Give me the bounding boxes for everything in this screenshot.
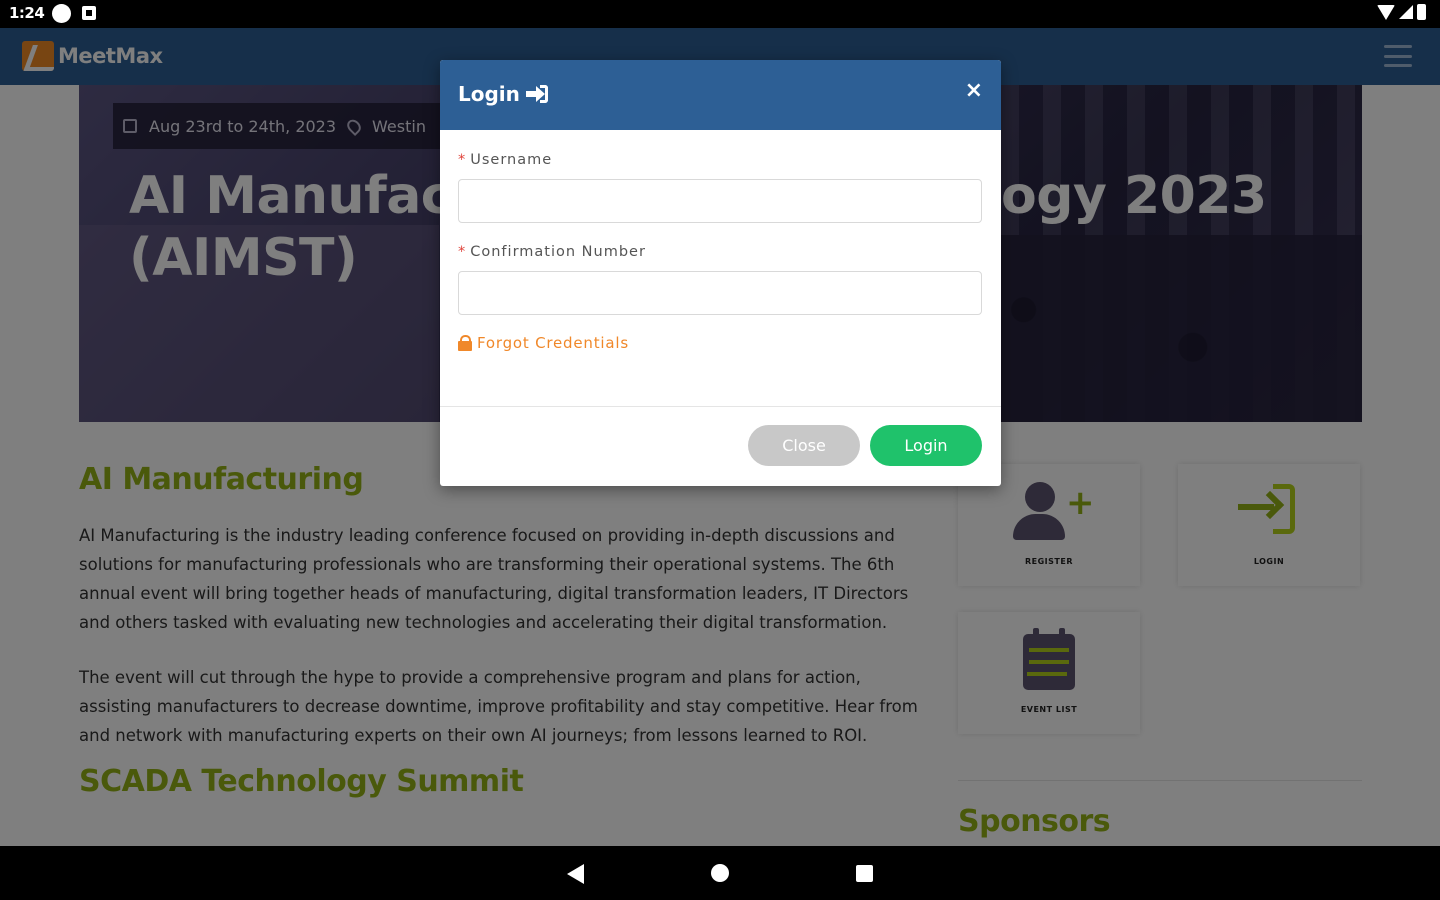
notification-app-icon — [82, 6, 96, 20]
home-icon[interactable] — [711, 864, 729, 882]
required-mark: * — [458, 152, 467, 168]
forgot-credentials-text: Forgot Credentials — [477, 334, 629, 352]
modal-header: Login × — [440, 60, 1001, 130]
confirmation-number-label: * Confirmation Number — [458, 244, 646, 260]
recent-apps-icon[interactable] — [856, 865, 873, 882]
back-icon[interactable] — [567, 864, 584, 884]
required-mark: * — [458, 244, 467, 260]
battery-icon — [1417, 4, 1426, 20]
username-label: * Username — [458, 152, 553, 168]
lock-icon — [458, 335, 472, 351]
status-bar: 1:24 — [0, 0, 1440, 28]
signal-icon — [1399, 5, 1413, 19]
status-icons — [1377, 4, 1426, 20]
modal-title-text: Login — [458, 82, 520, 106]
notification-dot-icon — [52, 4, 71, 23]
close-button[interactable]: Close — [748, 425, 860, 466]
system-nav-bar — [0, 846, 1440, 900]
modal-title: Login — [458, 82, 548, 106]
confirmation-number-input[interactable] — [458, 271, 982, 315]
sign-in-icon — [525, 84, 548, 104]
close-icon[interactable]: × — [965, 80, 983, 102]
username-input[interactable] — [458, 179, 982, 223]
modal-footer: Close Login — [440, 406, 1001, 486]
login-modal: Login × * Username * Confirmation Number F… — [440, 60, 1001, 486]
modal-body: * Username * Confirmation Number Forgot Cr… — [440, 130, 1001, 352]
status-time: 1:24 — [9, 4, 45, 22]
forgot-credentials-link[interactable]: Forgot Credentials — [458, 334, 983, 352]
wifi-icon — [1377, 4, 1395, 20]
login-button[interactable]: Login — [870, 425, 982, 466]
